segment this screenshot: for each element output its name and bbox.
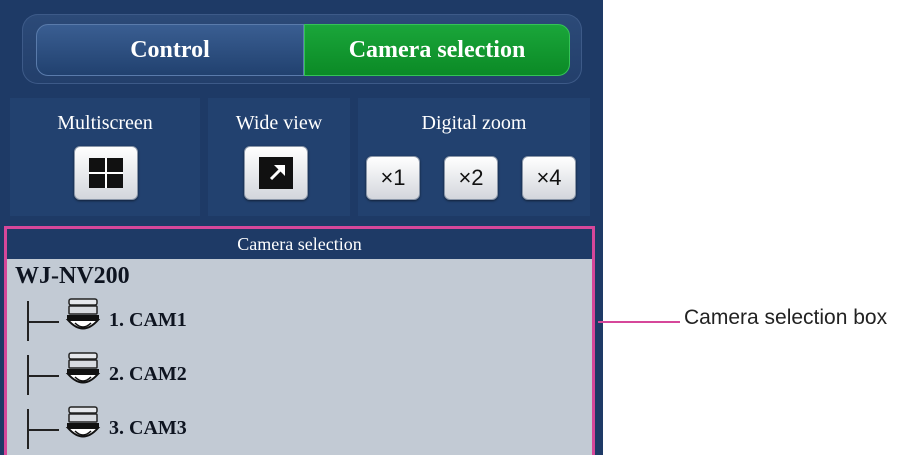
camera-label: 1. CAM1	[109, 309, 187, 331]
digital-zoom-label: Digital zoom	[421, 112, 527, 134]
wide-view-button[interactable]	[244, 146, 308, 200]
callout-line	[598, 321, 680, 323]
multiscreen-label: Multiscreen	[57, 112, 153, 134]
grid-2x2-icon	[89, 158, 123, 188]
camera-list-item[interactable]: 1. CAM1	[17, 297, 417, 343]
wide-view-group: Wide view	[208, 98, 350, 216]
zoom-x2-button[interactable]: ×2	[444, 156, 498, 200]
tab-control[interactable]: Control	[36, 24, 304, 76]
zoom-x4-button[interactable]: ×4	[522, 156, 576, 200]
zoom-x1-button[interactable]: ×1	[366, 156, 420, 200]
tree-branch-line	[27, 429, 59, 431]
expand-arrow-icon	[259, 157, 293, 189]
multiscreen-group: Multiscreen	[10, 98, 200, 216]
callout-label: Camera selection box	[684, 306, 888, 329]
camera-list-item[interactable]: 3. CAM3	[17, 405, 417, 451]
tab-camera-selection[interactable]: Camera selection	[304, 24, 570, 76]
tree-branch-line	[27, 321, 59, 323]
wide-view-label: Wide view	[235, 112, 323, 134]
camera-label: 3. CAM3	[109, 417, 187, 439]
dome-camera-icon	[65, 406, 101, 438]
operation-panel: Control Camera selection Multiscreen Wid…	[0, 0, 603, 455]
tab-bar: Control Camera selection	[22, 14, 582, 84]
camera-selection-box: Camera selection WJ-NV200 1. CAM1 2. CAM…	[4, 226, 595, 455]
recorder-node[interactable]: WJ-NV200	[15, 263, 130, 290]
camera-list-item[interactable]: 2. CAM2	[17, 351, 417, 397]
camera-label: 2. CAM2	[109, 363, 187, 385]
dome-camera-icon	[65, 298, 101, 330]
digital-zoom-group: Digital zoom ×1 ×2 ×4	[358, 98, 590, 216]
multiscreen-button[interactable]	[74, 146, 138, 200]
camera-selection-header: Camera selection	[7, 229, 592, 259]
tree-branch-line	[27, 375, 59, 377]
dome-camera-icon	[65, 352, 101, 384]
